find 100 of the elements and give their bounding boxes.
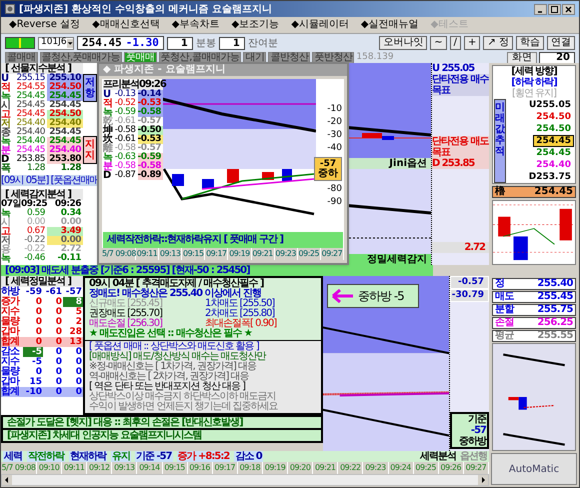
value-text: -0.53 <box>138 99 163 108</box>
order-value: 255.75 <box>536 305 573 315</box>
value-text: 0 <box>74 387 83 397</box>
menu-item[interactable]: ◆실전매뉴얼 <box>360 16 419 32</box>
row-label: 坤 <box>103 126 113 135</box>
level-value: -57 <box>320 160 336 169</box>
row-label: 시 <box>1 218 11 227</box>
status-message: 세력작전하락::현재하락유지 [ 풋매매 구간 ] <box>103 232 343 248</box>
toolbar-button[interactable]: ~ <box>430 36 447 50</box>
value-text: -0.87 <box>114 171 137 180</box>
time-tick: 09:13 <box>159 248 182 260</box>
time-tick: 09:19 <box>228 248 252 260</box>
reading-value: -0.57 <box>450 276 489 289</box>
time-tick: 09:25 <box>298 248 321 260</box>
close-icon <box>565 6 572 12</box>
status-text: 세력 <box>3 451 23 462</box>
panel-title: [ 선물지수분석 ] <box>1 63 83 74</box>
status-text: 감소 0 <box>234 451 263 462</box>
row-label: 분 <box>1 146 11 155</box>
menu-item[interactable]: ◆Reverse 설정 <box>9 16 80 32</box>
row-label: 갑마 <box>1 327 20 337</box>
current-label: 櫓 <box>495 187 506 197</box>
row-label: 녹 <box>1 137 11 146</box>
value-text: 254.45 <box>47 137 83 146</box>
price-display: 254.45 -1.30 <box>77 36 164 50</box>
value-text: 3.49 <box>47 227 83 236</box>
minimize-button[interactable] <box>534 4 547 14</box>
level-text: 중하방 <box>459 436 486 447</box>
value-text: 0.00 <box>26 218 46 227</box>
row-label: 적 <box>103 99 113 108</box>
value-text: 0 <box>34 307 43 317</box>
value-text: -0.58 <box>114 144 137 153</box>
value-text: 254.55 <box>16 83 46 92</box>
price-text: 매도손절 [256.30] <box>89 319 162 329</box>
time-tick: 09:11 <box>136 248 160 260</box>
row-label: U <box>1 74 10 83</box>
lower-price: D 253.85 <box>432 158 489 169</box>
toolbar-button[interactable]: + <box>464 36 480 50</box>
axis-tick: -30 <box>327 131 342 140</box>
support-label: 지지 <box>85 139 95 161</box>
unit-label: 분봉 <box>196 36 216 50</box>
value-text: 8 <box>63 297 83 307</box>
alert-bar: [09:03] 매도세 분출중 [기준6 : 25595] [현재-50 : 25450] <box>1 265 433 276</box>
horizontal-scrollbar[interactable] <box>1 474 489 486</box>
toolbar-button[interactable]: 오버나잇 <box>379 36 428 50</box>
time-tick: 09:23 <box>274 248 298 260</box>
value-text: -0.22 <box>23 245 46 254</box>
order-label: 분할 <box>495 305 516 315</box>
axis-tick: -90 <box>327 198 342 207</box>
maximize-button[interactable] <box>548 4 561 14</box>
toolbar-button[interactable]: 연결 <box>547 36 575 50</box>
menu-item[interactable]: ◆시뮬레이터 <box>291 16 349 32</box>
menu-item[interactable]: ◆매매신호선택 <box>92 16 160 32</box>
value-text: -0.58 <box>138 108 163 117</box>
candle <box>172 174 184 186</box>
value-text: 0 <box>54 367 63 377</box>
row-label: 고 <box>1 227 11 236</box>
row-label: 저 <box>1 119 11 128</box>
value-text: 5 <box>74 307 83 317</box>
value-text: 253.80 <box>47 155 83 164</box>
time-tick: 09:27 <box>320 248 344 260</box>
callout-text: 중하방 -5 <box>358 288 404 305</box>
toolbar-button[interactable]: / <box>450 36 462 50</box>
row-label: 갑마 <box>1 377 20 387</box>
status-text: 증가 +8:5:2 <box>176 451 230 462</box>
signal-tab[interactable]: 콜매매 <box>5 52 38 64</box>
value-text: -0.57 <box>138 117 163 126</box>
value-text: -0.50 <box>138 126 163 135</box>
value-text: 0.59 <box>26 209 46 218</box>
automatic-button[interactable]: AutoMatic <box>491 453 577 485</box>
tracker-label: 미래값추적 <box>495 102 505 159</box>
screen-value: 20 <box>539 52 575 64</box>
value-text: 254.40 <box>47 146 83 155</box>
value-text: 0 <box>74 347 83 357</box>
value-text: -0.57 <box>138 144 163 153</box>
menu-item[interactable]: ◆보조기능 <box>231 16 280 32</box>
signal-count: 158.139 <box>356 50 394 64</box>
value-text: 0.67 <box>26 227 46 236</box>
guide-text: 역-매매신호는 [ 2차가격, 권장가격] 대응 <box>89 372 250 382</box>
resistance-label: 저항 <box>85 77 95 99</box>
status-text: 현재하락 <box>69 451 107 462</box>
row-label: 증가 <box>1 297 20 307</box>
toolbar-button[interactable]: 학습 <box>516 36 544 50</box>
dropdown-icon <box>66 38 73 48</box>
close-button[interactable] <box>562 4 575 14</box>
value-text: 254.40 <box>16 128 46 137</box>
guide-note: ★ 매도진입은 선택 :: 매수청산은 필수 ★ <box>89 329 253 339</box>
minutes-field[interactable]: 1 <box>166 36 193 50</box>
column-header: 09:26 <box>54 200 81 209</box>
code-select[interactable]: 101J6 <box>38 36 74 50</box>
remaining-field[interactable]: 1 <box>218 36 245 50</box>
value-text: 255.10 <box>47 74 83 83</box>
row-label: 지수 <box>1 307 20 317</box>
guide-text: ※정-매매신호는 [ 1차가격, 권장가격] 대응 <box>89 362 258 372</box>
time-tick: 5/7 09:08 <box>102 248 136 260</box>
value-text: -59 <box>24 287 43 297</box>
time-tick: 09:17 <box>205 248 228 260</box>
menu-item[interactable]: ◆부속차트 <box>172 16 220 32</box>
toolbar-button[interactable]: ↗ 정 <box>483 36 513 50</box>
level-label: 중하 <box>318 169 338 178</box>
